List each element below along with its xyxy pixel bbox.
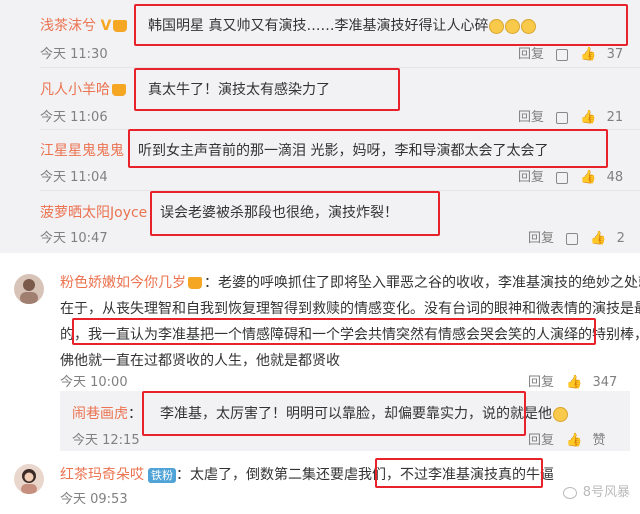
comment-4-actions: 回复 👍 2 <box>528 227 625 246</box>
comment-4-time: 今天 10:47 <box>40 231 108 246</box>
highlight-box <box>134 68 400 111</box>
comment-panel-bottom: 粉色娇嫩如今你几岁 ：老婆的呼唤抓住了即将坠入罪恶之谷的收收，李准基演技的绝妙之处… <box>0 258 640 514</box>
user-avatar[interactable] <box>14 274 44 304</box>
like-icon[interactable]: 👍 <box>566 375 582 390</box>
reply-button[interactable]: 回复 <box>528 375 554 390</box>
highlight-box <box>72 318 596 345</box>
comment-4-username: 菠萝晒太阳Joyce <box>40 205 148 221</box>
like-count: 48 <box>606 170 624 185</box>
like-icon[interactable]: 👍 <box>590 231 606 246</box>
reply-button[interactable]: 回复 <box>528 433 554 448</box>
comment-2-time: 今天 11:06 <box>40 110 108 125</box>
main-comment-line1: 粉色娇嫩如今你几岁 ：老婆的呼唤抓住了即将坠入罪恶之谷的收收，李准基演技的绝妙之处… <box>60 275 640 291</box>
like-count: 37 <box>606 47 624 62</box>
comment-3-time: 今天 11:04 <box>40 170 108 185</box>
comment-icon[interactable] <box>556 111 569 124</box>
reply-button[interactable]: 回复 <box>528 231 554 246</box>
last-comment-username[interactable]: 红茶玛奇朵哎 <box>60 467 144 483</box>
comment-2-actions: 回复 👍 21 <box>518 106 623 125</box>
main-comment-line4: 佛他就一直在过都贤收的人生，他就是都贤收 <box>60 353 340 369</box>
main-comment-actions: 回复 👍 347 <box>528 371 617 390</box>
crown-icon <box>113 20 128 32</box>
like-icon[interactable]: 👍 <box>580 47 596 62</box>
comment-1: 浅茶沫兮 V <box>40 15 129 35</box>
comment-2-username[interactable]: 凡人小羊哈 <box>40 82 110 98</box>
like-count: 347 <box>592 375 618 390</box>
highlight-box <box>134 4 628 46</box>
comment-3-actions: 回复 👍 48 <box>518 166 623 185</box>
comment-3-username: 江星星鬼鬼鬼 <box>40 143 124 159</box>
comment-panel-top: 浅茶沫兮 V 韩国明星 真又帅又有演技……李准基演技好得让人心碎 今天 11:3… <box>0 0 640 253</box>
main-comment-time: 今天 10:00 <box>60 375 128 390</box>
verified-v-icon: V <box>100 18 112 34</box>
highlight-box <box>150 191 440 236</box>
sub-reply: 闹巷画虎： <box>72 406 142 422</box>
reply-button[interactable]: 回复 <box>518 170 544 185</box>
sub-reply-time: 今天 12:15 <box>72 433 140 448</box>
main-comment-line2: 在于，从丧失理智和自我到恢复理智得到救赎的情感变化。没有台词的眼神和微表情的演技… <box>60 301 640 317</box>
like-icon[interactable]: 👍 <box>580 110 596 125</box>
reply-button[interactable]: 回复 <box>518 110 544 125</box>
fan-badge: 铁粉 <box>148 467 176 483</box>
main-comment-username[interactable]: 粉色娇嫩如今你几岁 <box>60 275 186 291</box>
highlight-box <box>142 391 526 436</box>
like-count: 21 <box>606 110 624 125</box>
like-count: 2 <box>616 231 625 246</box>
user-avatar[interactable] <box>14 464 44 494</box>
highlight-box <box>375 458 543 488</box>
comment-2: 凡人小羊哈 <box>40 79 128 99</box>
crown-icon <box>188 277 202 289</box>
crown-icon <box>112 84 126 96</box>
comment-1-actions: 回复 👍 37 <box>518 43 623 62</box>
like-label[interactable]: 赞 <box>592 433 605 448</box>
wechat-icon <box>562 486 577 499</box>
comment-icon[interactable] <box>556 48 569 61</box>
reply-button[interactable]: 回复 <box>518 47 544 62</box>
sub-reply-actions: 回复 👍 赞 <box>528 429 606 448</box>
last-comment-time: 今天 09:53 <box>60 492 128 507</box>
watermark: 8号风暴 <box>562 481 630 500</box>
like-icon[interactable]: 👍 <box>580 170 596 185</box>
emoji-icon <box>553 406 568 422</box>
comment-icon[interactable] <box>566 232 579 245</box>
comment-1-username[interactable]: 浅茶沫兮 <box>40 18 96 34</box>
comment-1-time: 今天 11:30 <box>40 47 108 62</box>
sub-reply-username[interactable]: 闹巷画虎 <box>72 406 128 422</box>
highlight-box <box>128 129 608 168</box>
like-icon[interactable]: 👍 <box>566 433 582 448</box>
comment-icon[interactable] <box>556 171 569 184</box>
